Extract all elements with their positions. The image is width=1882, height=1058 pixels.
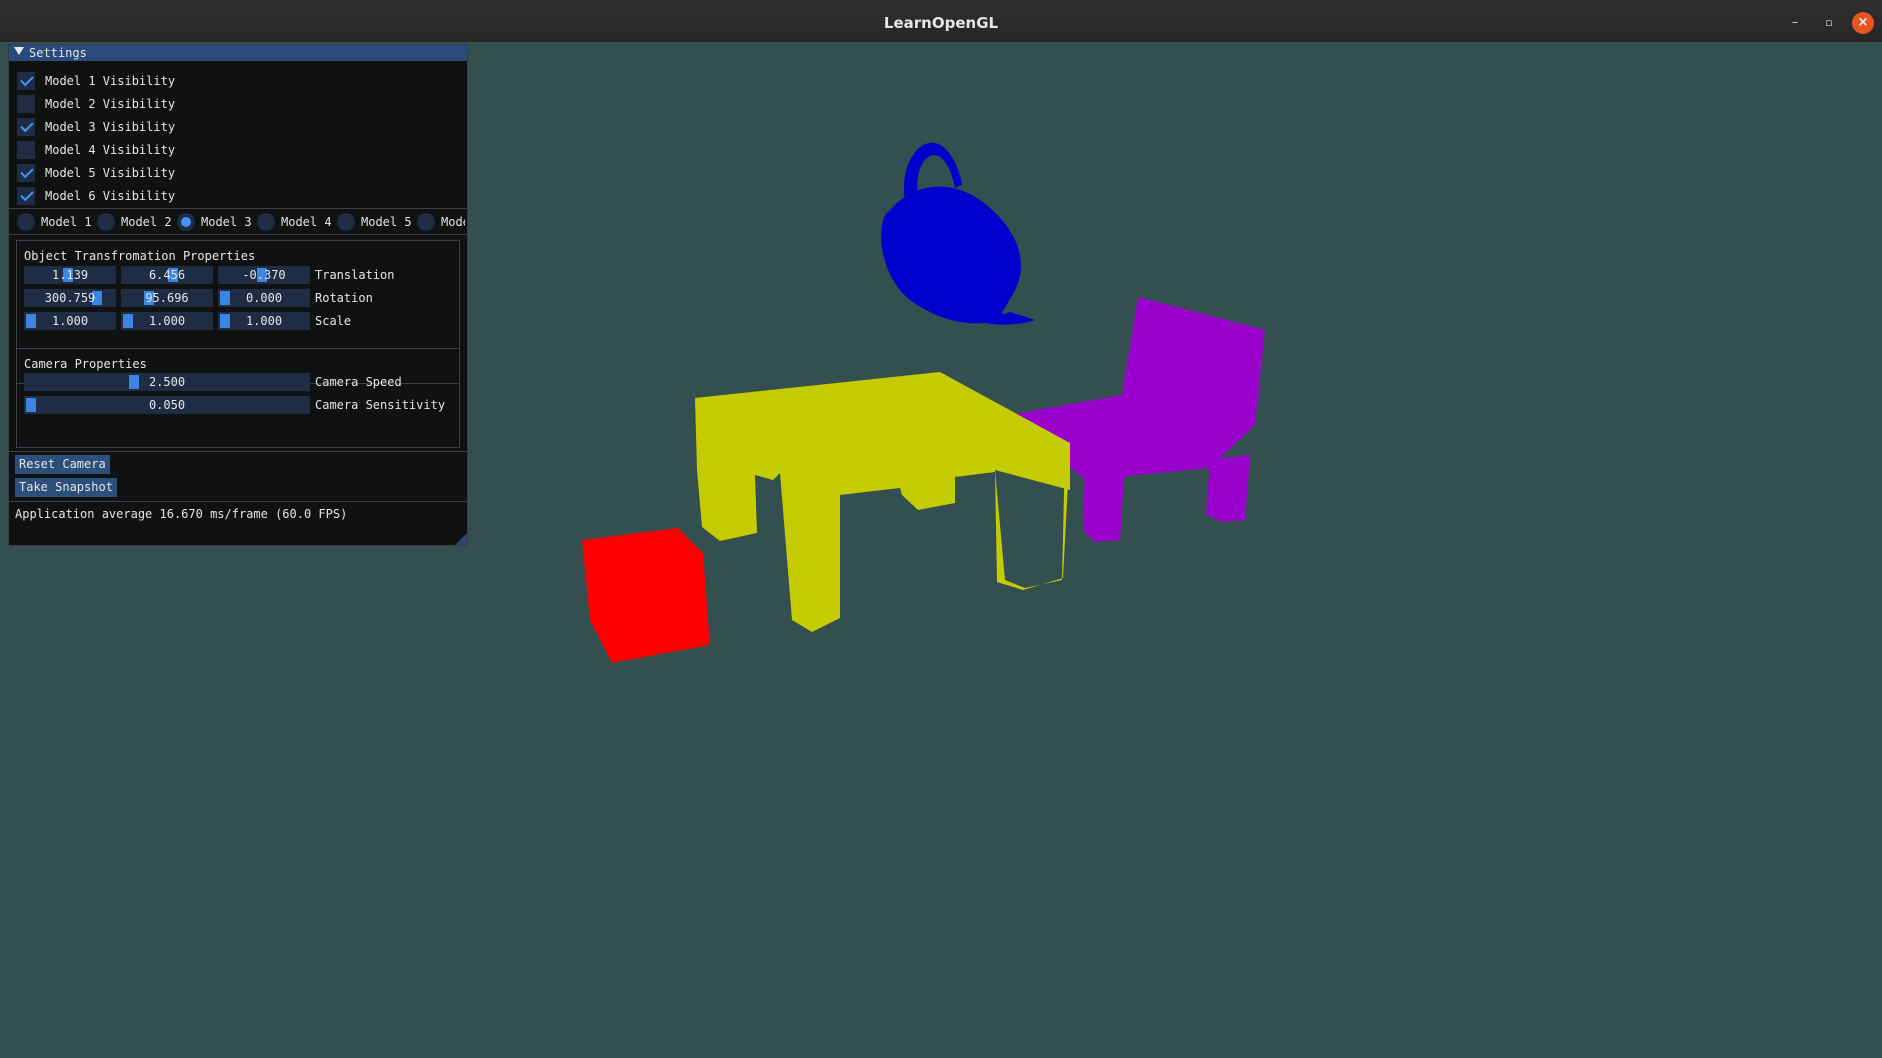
checkbox-label: Model 2 Visibility [45,97,176,111]
separator [9,501,467,502]
scale-y-field[interactable]: 1.000 [121,312,213,330]
maximize-button[interactable]: ▫ [1818,12,1840,34]
fps-text: Application average 16.670 ms/frame (60.… [15,507,348,521]
check-icon [20,72,34,87]
radio-circle[interactable] [97,213,115,231]
field-value: 95.696 [145,291,189,305]
separator [9,451,467,452]
check-icon [20,164,34,179]
settings-header[interactable]: Settings [9,45,467,61]
reset-camera-button[interactable]: Reset Camera [15,455,110,474]
rotation-z-field[interactable]: 0.000 [218,289,310,307]
field-value: 1.000 [245,314,283,328]
camera-speed-label: Camera Speed [315,375,402,389]
camera-sensitivity-label: Camera Sensitivity [315,398,446,412]
translation-y-field[interactable]: 6.456 [121,266,213,284]
scale-z-field[interactable]: 1.000 [218,312,310,330]
check-icon [20,187,34,202]
checkbox-box[interactable] [17,72,35,90]
field-value: 0.000 [245,291,283,305]
rotation-x-field[interactable]: 300.759 [24,289,116,307]
camera-speed-slider[interactable]: 2.500 [24,373,310,391]
checkbox-box[interactable] [17,118,35,136]
collapse-arrow-icon[interactable] [14,47,24,55]
radio-circle[interactable] [337,213,355,231]
radio-label: Model 1 [41,215,92,229]
application-window: LearnOpenGL – ▫ × Settings Model 1 Visib… [0,0,1882,1058]
radio-circle[interactable] [417,213,435,231]
field-value: -0.370 [242,268,286,282]
settings-title: Settings [29,46,87,60]
field-value: 0.050 [148,398,186,412]
radio-circle[interactable] [257,213,275,231]
radio-circle[interactable] [17,213,35,231]
rotation-label: Rotation [315,291,373,305]
radio-label: Mode [441,215,465,229]
checkbox-label: Model 5 Visibility [45,166,176,180]
checkbox-label: Model 6 Visibility [45,189,176,203]
minimize-button[interactable]: – [1784,12,1806,34]
title-bar[interactable]: LearnOpenGL – ▫ × [0,0,1882,43]
translation-label: Translation [315,268,395,282]
radio-label: Model 2 [121,215,172,229]
checkbox-label: Model 3 Visibility [45,120,176,134]
model-radio-6[interactable]: Mode [417,213,465,231]
field-value: 1.000 [148,314,186,328]
field-value: 6.456 [148,268,186,282]
radio-label: Model 3 [201,215,252,229]
field-value: 1.000 [51,314,89,328]
radio-label: Model 5 [361,215,412,229]
scale-label: Scale [315,314,352,328]
translation-z-field[interactable]: -0.370 [218,266,310,284]
checkbox-box[interactable] [17,95,35,113]
take-snapshot-button[interactable]: Take Snapshot [15,478,117,497]
check-icon [20,118,34,133]
camera-sensitivity-slider[interactable]: 0.050 [24,396,310,414]
separator [9,208,467,209]
settings-panel: Settings Model 1 Visibility Model 2 Visi… [8,44,468,546]
checkbox-label: Model 1 Visibility [45,74,176,88]
radio-circle[interactable] [177,213,195,231]
window-title: LearnOpenGL [883,14,999,32]
radio-selected-dot [181,217,191,227]
transform-group-title: Object Transfromation Properties [24,249,256,263]
rotation-y-field[interactable]: 95.696 [121,289,213,307]
camera-group: Camera Properties 2.500 Camera Speed 0.0… [16,348,460,448]
radio-label: Model 4 [281,215,332,229]
field-value: 300.759 [44,291,96,305]
checkbox-box[interactable] [17,141,35,159]
scale-x-field[interactable]: 1.000 [24,312,116,330]
camera-group-title: Camera Properties [24,357,147,371]
separator [9,234,467,235]
close-button[interactable]: × [1852,12,1874,34]
checkbox-label: Model 4 Visibility [45,143,176,157]
translation-x-field[interactable]: 1.139 [24,266,116,284]
checkbox-box[interactable] [17,187,35,205]
field-value: 2.500 [148,375,186,389]
checkbox-box[interactable] [17,164,35,182]
field-value: 1.139 [51,268,89,282]
resize-grip-icon[interactable] [455,533,467,545]
